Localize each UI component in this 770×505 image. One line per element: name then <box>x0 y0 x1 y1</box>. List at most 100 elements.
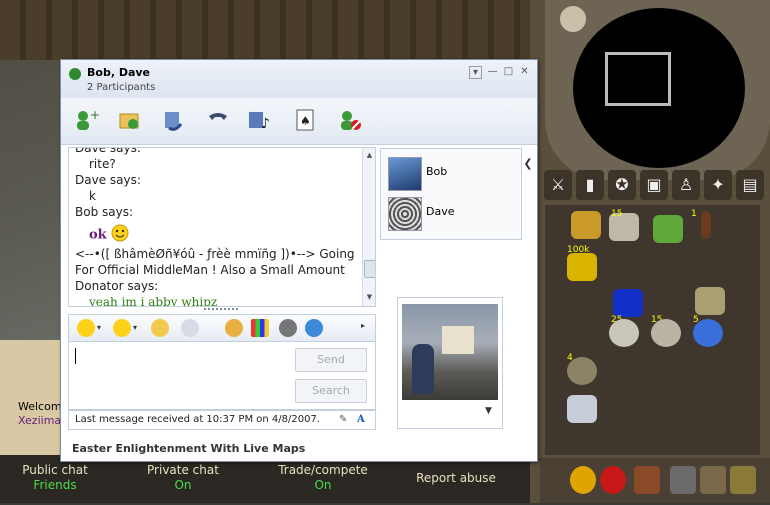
message-text: k <box>89 189 96 203</box>
sender-line: <--•([ ßhâmèØñ¥óû - ƒrèè mmïñg ])•--> Go… <box>75 247 355 293</box>
emoticon-dropdown-icon[interactable]: ▾ <box>97 323 101 332</box>
sender-line: Bob says: <box>75 205 134 219</box>
video-call-icon[interactable] <box>161 108 187 132</box>
search-button[interactable]: Search <box>295 379 367 403</box>
magic-tab-icon[interactable]: ▤ <box>736 170 764 200</box>
private-chat-state: On <box>174 478 192 492</box>
sender-line: Dave says: <box>75 147 141 155</box>
game-chat-name: Xeziima <box>18 414 62 427</box>
participant-bob[interactable]: Bob <box>386 155 516 191</box>
more-options-icon[interactable]: ▸ <box>361 321 365 330</box>
private-chat-button[interactable]: Private chat On <box>146 463 220 497</box>
item-count: 1 <box>691 209 697 219</box>
send-files-icon[interactable] <box>117 108 143 132</box>
emotes-tab-icon[interactable] <box>700 466 726 494</box>
message-text: ok <box>89 227 107 243</box>
minimap-room <box>605 52 671 106</box>
scroll-up-arrow-icon[interactable]: ▲ <box>364 150 375 161</box>
svg-text:+: + <box>90 108 99 122</box>
color-palette-icon[interactable] <box>251 319 269 337</box>
avatar <box>388 197 422 231</box>
ignore-tab-icon[interactable] <box>600 466 626 494</box>
game-chat-panel: Welcom Xeziima <box>0 340 68 460</box>
cabbage-item-icon[interactable] <box>653 215 683 243</box>
message-text: yeah im i abby whipz <box>89 295 218 307</box>
last-message-status: Last message received at 10:37 PM on 4/8… <box>75 414 320 425</box>
conversation-scrollbar[interactable]: ▲ ▼ <box>362 148 375 306</box>
display-picture-panel[interactable]: ▼ <box>397 297 503 429</box>
participants-panel: Bob Dave <box>380 148 522 240</box>
avatar <box>388 157 422 191</box>
nudge-icon[interactable] <box>151 319 169 337</box>
combat-tab-icon[interactable]: ⚔ <box>544 170 572 200</box>
participant-name: Dave <box>426 205 455 218</box>
game-bottom-bar: Public chat Friends Private chat On Trad… <box>0 455 540 503</box>
water-rune-icon[interactable] <box>693 319 723 347</box>
background-icon[interactable] <box>225 319 243 337</box>
participants-count: 2 Participants <box>87 82 156 93</box>
emoticon-icon[interactable] <box>77 319 95 337</box>
display-picture <box>402 304 498 400</box>
maximize-button[interactable]: □ <box>503 66 514 77</box>
messenger-toolbar: + ♪ ♠ <box>61 98 537 145</box>
inventory-tab-icon[interactable]: ▣ <box>640 170 668 200</box>
activities-icon[interactable]: ♪ <box>247 108 273 132</box>
settings-tab-icon[interactable] <box>670 466 696 494</box>
quest-tab-icon[interactable]: ✪ <box>608 170 636 200</box>
logout-tab-icon[interactable] <box>634 466 660 494</box>
collapse-panel-icon[interactable]: ❮ <box>522 153 534 175</box>
music-tab-icon[interactable] <box>730 466 756 494</box>
picture-options-dropdown-icon[interactable]: ▼ <box>485 406 492 416</box>
stats-tab-icon[interactable]: ▮ <box>576 170 604 200</box>
air-rune-icon[interactable] <box>609 319 639 347</box>
minimize-button[interactable]: — <box>487 66 498 77</box>
speaker-icon[interactable] <box>279 319 297 337</box>
participant-name: Bob <box>426 165 448 178</box>
window-titlebar[interactable]: Bob, Dave 2 Participants ▾ — □ ✕ <box>61 60 537 98</box>
compass-icon[interactable] <box>558 4 588 34</box>
blue-item-icon[interactable] <box>613 289 643 317</box>
equipment-tab-icon[interactable]: ♙ <box>672 170 700 200</box>
message-text: rite? <box>89 157 116 171</box>
public-chat-button[interactable]: Public chat Friends <box>22 463 88 497</box>
bread-item-icon[interactable] <box>571 211 601 239</box>
phone-call-icon[interactable] <box>205 108 231 132</box>
scroll-thumb[interactable] <box>364 260 375 278</box>
trade-compete-label: Trade/compete <box>278 463 368 477</box>
pen-icon[interactable]: ✎ <box>339 411 347 429</box>
styled-message: ok <box>75 220 355 246</box>
invite-contact-icon[interactable]: + <box>73 108 100 132</box>
wink-icon[interactable] <box>113 319 131 337</box>
friends-tab-icon[interactable] <box>570 466 596 494</box>
sign-figure <box>442 326 474 354</box>
advertisement-text[interactable]: Easter Enlightenment With Live Maps <box>72 442 305 455</box>
arrows-item-icon[interactable] <box>567 357 597 385</box>
font-icon[interactable]: A <box>357 411 365 429</box>
prayer-tab-icon[interactable]: ✦ <box>704 170 732 200</box>
logs-item-icon[interactable] <box>695 287 725 315</box>
voice-clip-icon[interactable] <box>181 319 199 337</box>
conversation-history[interactable]: Dave says: rite? Dave says: k Bob says: … <box>68 147 376 307</box>
participant-dave[interactable]: Dave <box>386 195 516 231</box>
sender-line: Dave says: <box>75 173 141 187</box>
message-input[interactable]: Send Search <box>68 341 376 410</box>
trade-compete-button[interactable]: Trade/compete On <box>278 463 368 497</box>
wink-dropdown-icon[interactable]: ▾ <box>133 323 137 332</box>
game-wall <box>0 0 540 60</box>
scroll-item-icon[interactable] <box>567 395 597 423</box>
public-chat-state: Friends <box>33 478 77 492</box>
report-abuse-button[interactable]: Report abuse <box>416 471 496 505</box>
block-icon[interactable] <box>337 108 363 132</box>
games-icon[interactable]: ♠ <box>293 108 319 132</box>
coins-item-icon[interactable] <box>567 253 597 281</box>
send-button[interactable]: Send <box>295 348 367 372</box>
windows-icon[interactable] <box>305 319 323 337</box>
messenger-window: Bob, Dave 2 Participants ▾ — □ ✕ + ♪ ♠ D… <box>60 59 538 462</box>
scroll-down-arrow-icon[interactable]: ▼ <box>364 292 375 303</box>
smiley-icon <box>111 224 129 246</box>
window-title: Bob, Dave <box>87 66 151 79</box>
mind-rune-icon[interactable] <box>651 319 681 347</box>
close-button[interactable]: ✕ <box>519 66 530 77</box>
window-menu-button[interactable]: ▾ <box>469 66 482 79</box>
stick-item-icon[interactable] <box>701 211 711 239</box>
